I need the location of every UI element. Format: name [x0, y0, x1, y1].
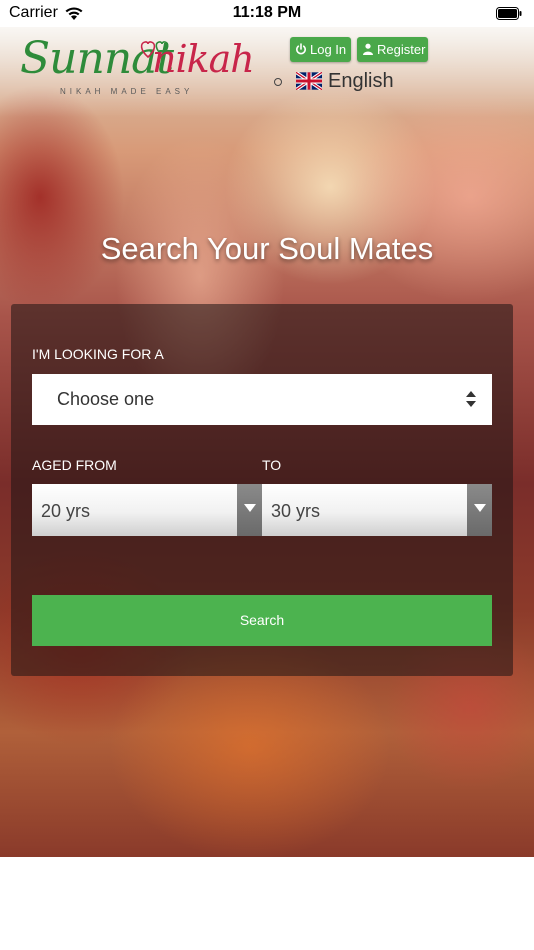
- hero-section: Sunnat nikah NIKAH MADE EASY Log In Regi…: [0, 27, 534, 857]
- select-arrows-icon: [466, 391, 476, 407]
- age-from-select[interactable]: 20 yrs: [32, 484, 262, 536]
- language-bullet: [274, 78, 282, 86]
- looking-for-select[interactable]: Choose one: [32, 374, 492, 425]
- register-label: Register: [377, 42, 426, 57]
- status-bar: Carrier 11:18 PM: [0, 0, 534, 27]
- clock: 11:18 PM: [232, 4, 302, 21]
- age-from-value: 20 yrs: [41, 501, 91, 521]
- login-label: Log In: [310, 42, 347, 57]
- chevron-down-icon: [237, 484, 262, 536]
- age-to-select[interactable]: 30 yrs: [262, 484, 492, 536]
- age-to-value: 30 yrs: [271, 501, 321, 521]
- aged-from-label: AGED FROM: [32, 457, 117, 473]
- search-button[interactable]: Search: [32, 595, 492, 646]
- looking-for-value: Choose one: [57, 389, 155, 409]
- language-selector[interactable]: English: [328, 70, 394, 93]
- register-button[interactable]: Register: [357, 37, 428, 62]
- search-panel: I'M LOOKING FOR A Choose one AGED FROM T…: [11, 304, 513, 676]
- power-icon: [296, 43, 306, 55]
- app-logo[interactable]: Sunnat nikah NIKAH MADE EASY: [20, 33, 255, 103]
- user-icon: [363, 43, 373, 55]
- logo-tagline: NIKAH MADE EASY: [60, 87, 194, 96]
- looking-for-label: I'M LOOKING FOR A: [32, 346, 164, 362]
- logo-text-nikah: nikah: [152, 37, 255, 81]
- login-button[interactable]: Log In: [290, 37, 351, 62]
- chevron-down-icon: [467, 484, 492, 536]
- aged-to-label: TO: [262, 457, 282, 473]
- hero-headline: Search Your Soul Mates: [100, 231, 434, 266]
- uk-flag-icon[interactable]: [296, 72, 322, 90]
- battery-icon: [496, 7, 522, 20]
